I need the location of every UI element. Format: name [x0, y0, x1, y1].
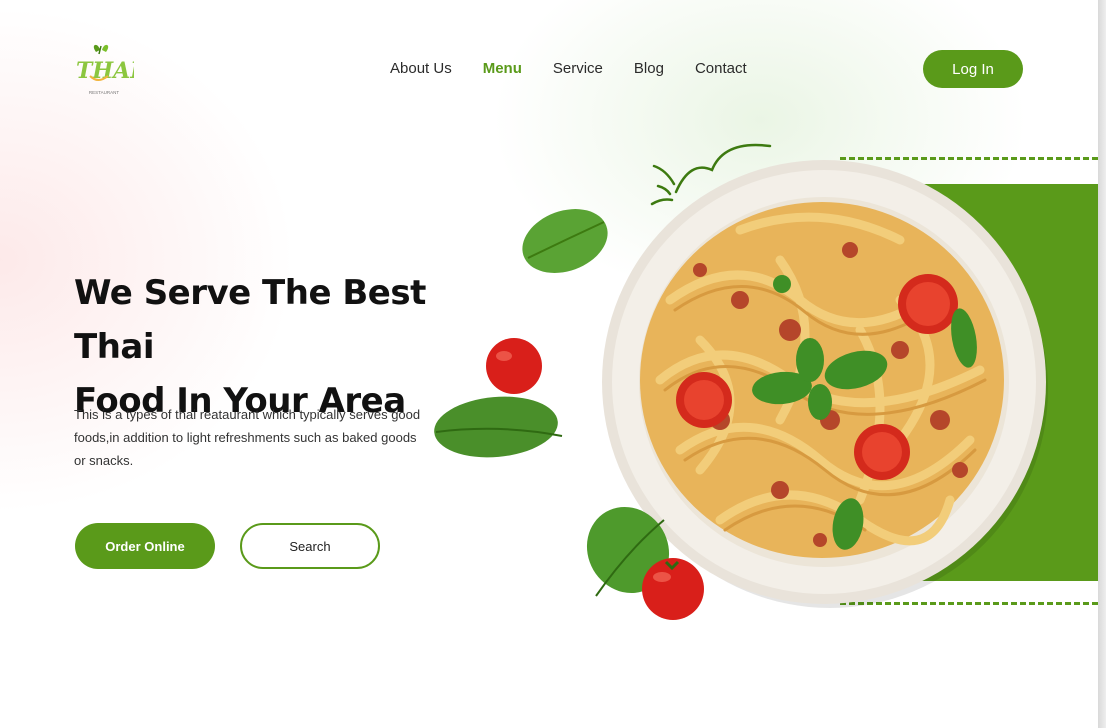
- basil-leaf-icon: [434, 396, 563, 458]
- tomato-icon: [642, 558, 704, 620]
- pasta-bowl-icon: [602, 160, 1046, 604]
- scrollbar-edge: [1098, 0, 1106, 728]
- basil-leaf-icon: [522, 209, 608, 273]
- hero-illustration: [434, 143, 1048, 620]
- landing-page: THAI RESTAURANT About Us Menu Service Bl…: [0, 0, 1098, 728]
- tomato-icon: [486, 338, 542, 394]
